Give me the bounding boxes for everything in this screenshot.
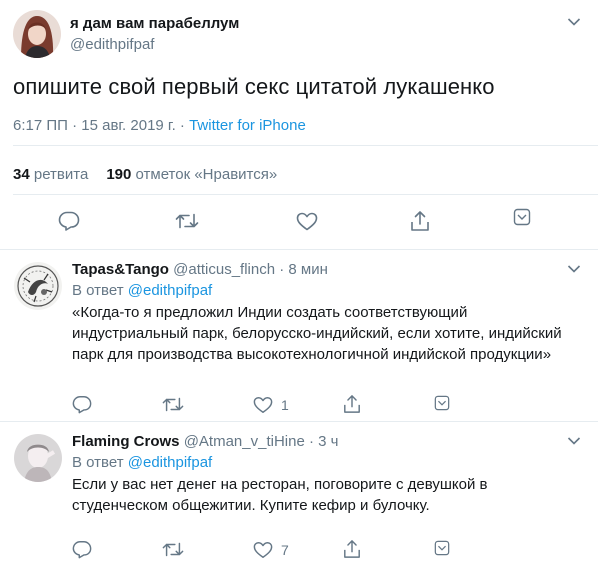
reply-tweet[interactable]: Tapas&Tango @atticus_flinch · 8 мин В от… [0, 250, 598, 422]
like-icon[interactable] [253, 541, 273, 559]
reply-text: «Когда-то я предложил Индии создать соот… [72, 304, 562, 363]
chevron-down-icon[interactable] [567, 436, 581, 446]
retweet-icon[interactable] [162, 541, 184, 558]
tweet-timestamp[interactable]: 6:17 ПП · 15 авг. 2019 г. · [13, 117, 189, 134]
share-icon[interactable] [343, 539, 361, 559]
reply-text: Если у вас нет денег на ресторан, погово… [72, 476, 488, 514]
author-handle[interactable]: @edithpifpaf [70, 36, 154, 53]
reply-actions: 1 [0, 395, 598, 417]
author-avatar[interactable] [13, 10, 61, 58]
share-icon[interactable] [410, 210, 430, 232]
reply-icon[interactable] [58, 211, 80, 231]
tweet-meta: 6:17 ПП · 15 авг. 2019 г. · Twitter for … [13, 117, 306, 134]
reply-icon[interactable] [72, 540, 92, 559]
bookmark-dropdown-icon[interactable] [434, 540, 450, 556]
main-tweet: я дам вам парабеллум @edithpifpaf опишит… [0, 0, 598, 250]
reply-timestamp[interactable]: 8 мин [288, 261, 328, 278]
tweet-actions [0, 208, 598, 234]
bookmark-dropdown-icon[interactable] [434, 395, 450, 411]
chevron-down-icon[interactable] [567, 264, 581, 274]
likes-stat[interactable]: 190 отметок «Нравится» [106, 166, 277, 183]
retweet-icon[interactable] [175, 212, 199, 230]
bookmark-dropdown-icon[interactable] [513, 208, 531, 226]
reply-actions: 7 [0, 540, 598, 562]
tweet-source-link[interactable]: Twitter for iPhone [189, 117, 306, 134]
reply-header: Tapas&Tango @atticus_flinch · 8 мин [72, 261, 328, 278]
reply-avatar[interactable] [14, 434, 62, 482]
retweet-icon[interactable] [162, 396, 184, 413]
tweet-stats: 34 ретвита 190 отметок «Нравится» [13, 166, 277, 183]
reply-icon[interactable] [72, 395, 92, 414]
author-name[interactable]: я дам вам парабеллум [70, 15, 239, 32]
reply-author-handle[interactable]: @atticus_flinch [173, 261, 275, 278]
retweets-stat[interactable]: 34 ретвита [13, 166, 88, 183]
like-count: 7 [281, 542, 289, 558]
like-icon[interactable] [253, 396, 273, 414]
share-icon[interactable] [343, 394, 361, 414]
chevron-down-icon[interactable] [567, 17, 581, 27]
reply-author-name[interactable]: Tapas&Tango [72, 261, 169, 278]
reply-author-handle[interactable]: @Atman_v_tiHine [184, 433, 305, 450]
reply-header: Flaming Crows @Atman_v_tiHine · 3 ч [72, 433, 339, 450]
like-count: 1 [281, 397, 289, 413]
reply-to-line: В ответ @edithpifpaf [72, 282, 213, 299]
reply-author-name[interactable]: Flaming Crows [72, 433, 180, 450]
reply-timestamp[interactable]: 3 ч [318, 433, 338, 450]
reply-to-link[interactable]: @edithpifpaf [128, 454, 212, 471]
like-icon[interactable] [296, 212, 318, 231]
reply-avatar[interactable] [14, 262, 62, 310]
divider [13, 145, 598, 146]
reply-to-link[interactable]: @edithpifpaf [128, 282, 212, 299]
divider [13, 194, 598, 195]
tweet-text: опишите свой первый секс цитатой лукашен… [13, 74, 495, 99]
reply-tweet[interactable]: Flaming Crows @Atman_v_tiHine · 3 ч В от… [0, 422, 598, 577]
reply-to-line: В ответ @edithpifpaf [72, 454, 213, 471]
